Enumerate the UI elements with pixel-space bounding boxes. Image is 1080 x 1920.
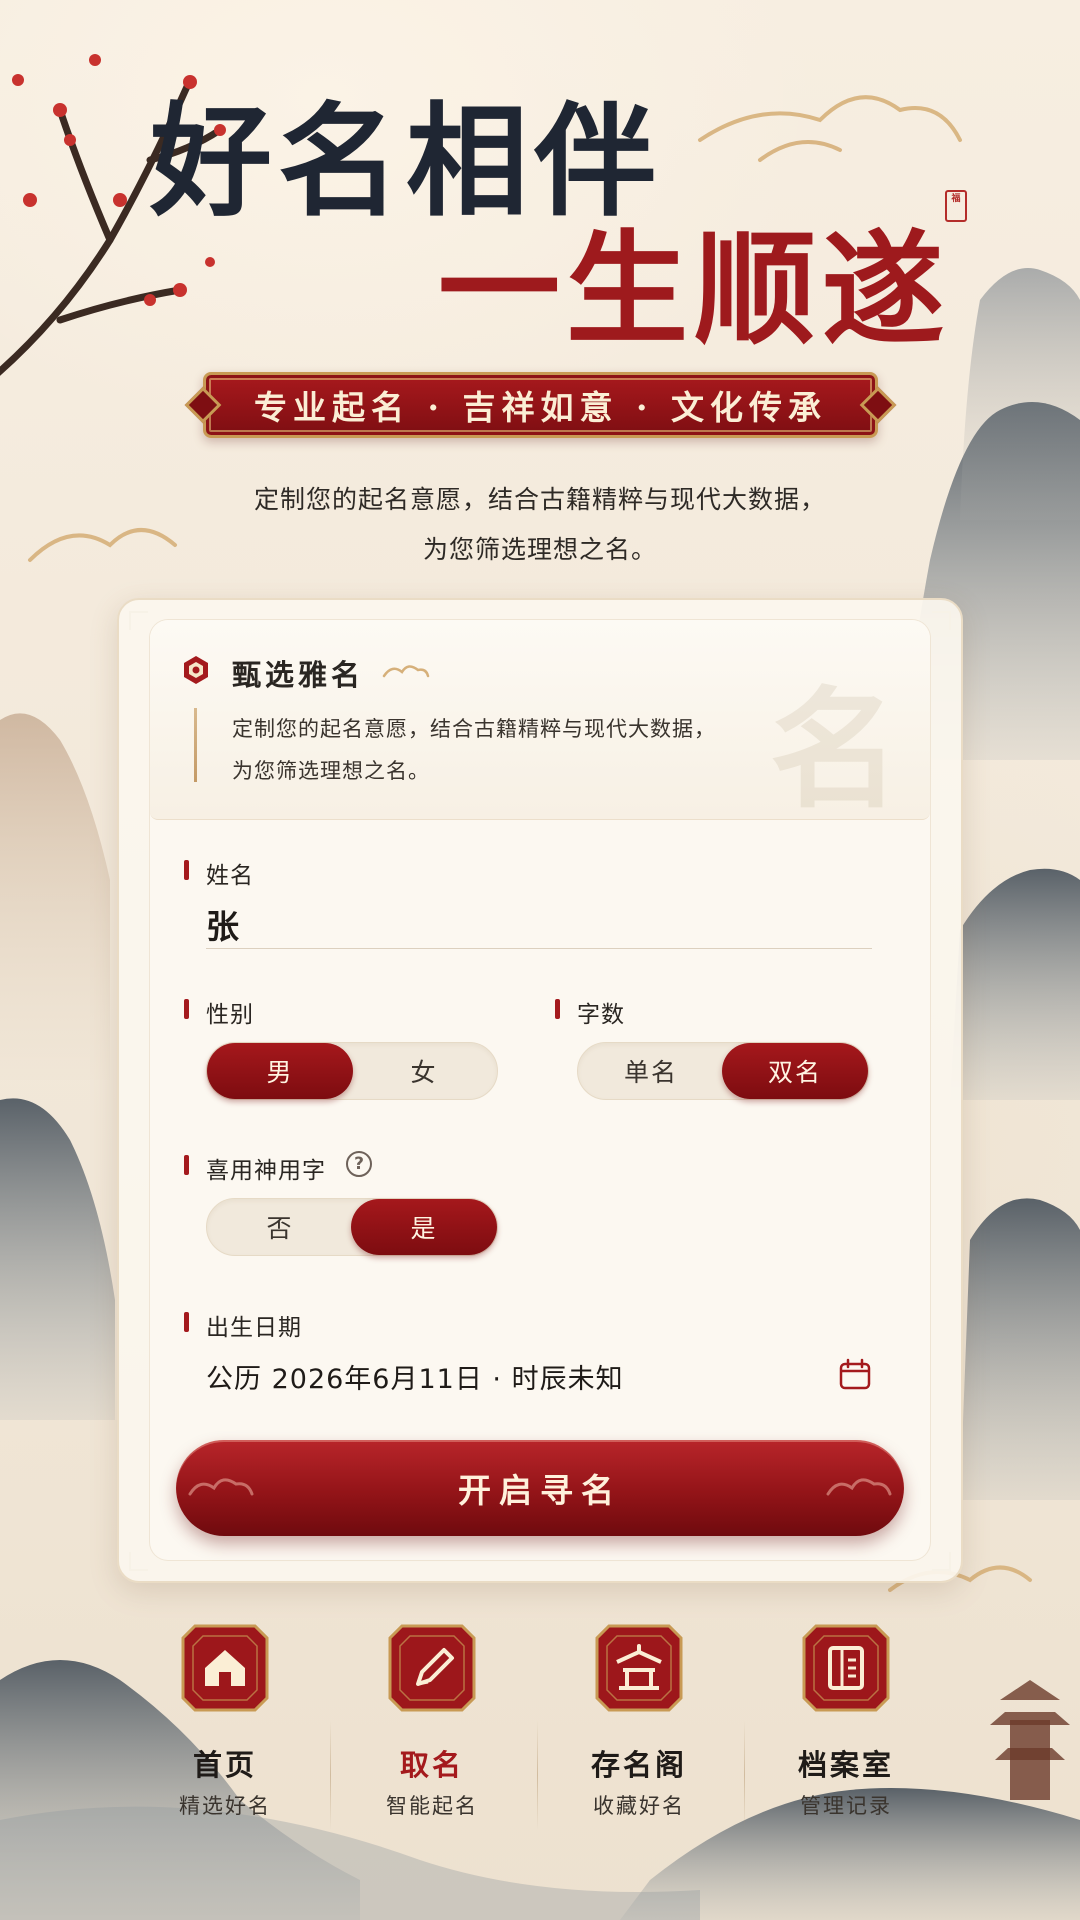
- nav-sub-archive: 管理记录: [800, 1794, 892, 1818]
- favored-element-label: 喜用神用字: [184, 1151, 326, 1185]
- cloud-ornament-left-icon: [188, 1478, 254, 1496]
- selection-description: 定制您的起名意愿，结合古籍精粹与现代大数据， 为您筛选理想之名。: [232, 708, 716, 792]
- seal-stamp: 福: [945, 190, 967, 222]
- nav-title-home: 首页: [192, 1748, 257, 1782]
- surname-underline: [206, 948, 872, 949]
- selection-desc-line-1: 定制您的起名意愿，结合古籍精粹与现代大数据，: [232, 717, 716, 741]
- favored-option-no[interactable]: 否: [207, 1199, 353, 1255]
- nav-sub-home: 精选好名: [179, 1794, 271, 1818]
- selection-accent-bar: [194, 708, 197, 782]
- selection-desc-line-2: 为您筛选理想之名。: [232, 759, 430, 783]
- start-naming-button[interactable]: 开启寻名: [176, 1440, 904, 1536]
- name-length-option-double[interactable]: 双名: [722, 1043, 868, 1099]
- nav-item-home[interactable]: 首页 精选好名: [135, 1620, 315, 1820]
- slogan-banner: 专业起名 · 吉祥如意 · 文化传承: [184, 372, 897, 438]
- pen-icon: [388, 1624, 476, 1712]
- gender-toggle: 男 女: [206, 1042, 498, 1100]
- name-length-option-single[interactable]: 单名: [578, 1043, 724, 1099]
- lotus-emblem-icon: [184, 656, 208, 684]
- intro-line-2: 为您筛选理想之名。: [422, 535, 657, 564]
- selection-title: 甄选雅名: [232, 658, 365, 692]
- nav-item-saved-names[interactable]: 存名阁 收藏好名: [549, 1620, 729, 1820]
- intro-text: 定制您的起名意愿，结合古籍精粹与现代大数据， 为您筛选理想之名。: [0, 475, 1080, 575]
- nav-sub-naming: 智能起名: [386, 1794, 478, 1818]
- pavilion-icon: [595, 1624, 683, 1712]
- birth-date-label: 出生日期: [184, 1308, 302, 1342]
- hero-title-line2: 一生顺遂: [438, 217, 950, 361]
- home-icon: [181, 1624, 269, 1712]
- nav-divider: [537, 1720, 538, 1830]
- gender-label: 性别: [184, 995, 254, 1029]
- gender-option-female[interactable]: 女: [351, 1043, 497, 1099]
- nav-divider: [744, 1720, 745, 1830]
- gender-option-male[interactable]: 男: [207, 1043, 353, 1099]
- favored-option-yes[interactable]: 是: [351, 1199, 497, 1255]
- cloud-ornament-icon: [382, 665, 430, 678]
- calendar-icon[interactable]: [838, 1358, 872, 1392]
- nav-item-naming[interactable]: 取名 智能起名: [342, 1620, 522, 1820]
- archive-icon: [802, 1624, 890, 1712]
- name-watermark: 名: [770, 673, 901, 826]
- surname-input[interactable]: 张: [206, 900, 239, 948]
- nav-title-saved-names: 存名阁: [590, 1748, 687, 1782]
- nav-sub-saved-names: 收藏好名: [593, 1794, 685, 1818]
- help-icon[interactable]: ?: [346, 1151, 372, 1177]
- start-naming-label: 开启寻名: [458, 1471, 622, 1510]
- intro-line-1: 定制您的起名意愿，结合古籍精粹与现代大数据，: [253, 485, 826, 514]
- slogan-text: 专业起名 · 吉祥如意 · 文化传承: [254, 388, 827, 427]
- surname-label: 姓名: [184, 856, 254, 890]
- cloud-ornament-right-icon: [826, 1478, 892, 1496]
- birth-date-field[interactable]: 公历 2026年6月11日 · 时辰未知: [206, 1357, 624, 1396]
- name-length-toggle: 单名 双名: [577, 1042, 869, 1100]
- name-length-label: 字数: [555, 995, 625, 1029]
- nav-title-archive: 档案室: [797, 1748, 894, 1782]
- hero-title-line1: 好名相伴: [150, 89, 662, 233]
- favored-element-toggle: 否 是: [206, 1198, 498, 1256]
- nav-title-naming: 取名: [399, 1748, 464, 1782]
- nav-divider: [330, 1720, 331, 1830]
- nav-item-archive[interactable]: 档案室 管理记录: [756, 1620, 936, 1820]
